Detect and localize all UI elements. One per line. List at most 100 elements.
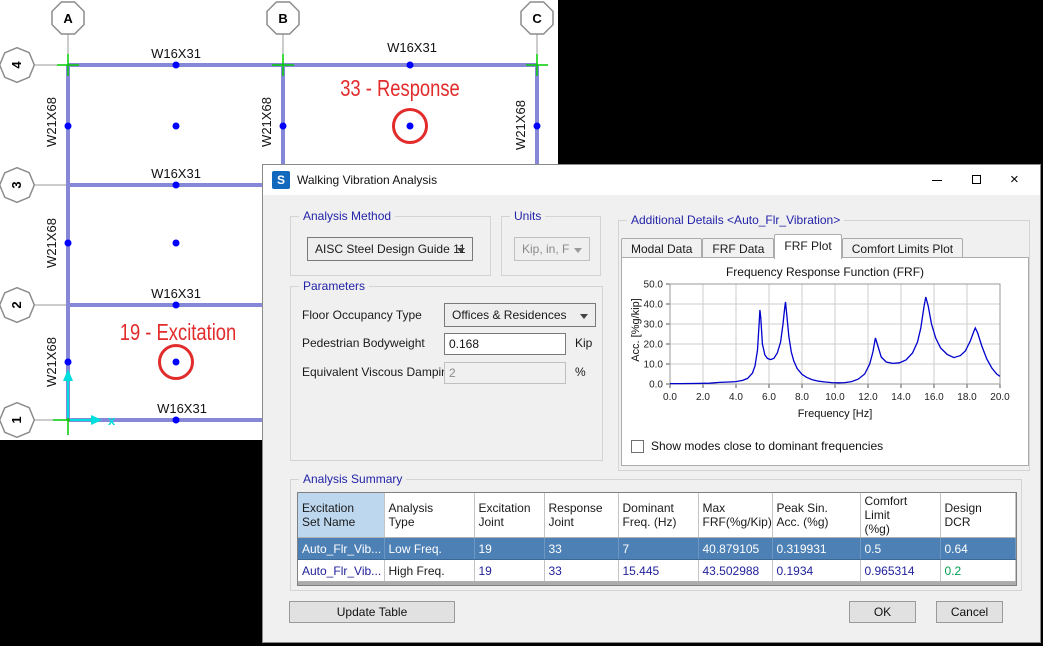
svg-text:B: B bbox=[278, 11, 287, 26]
summary-header-row: Excitation Set Name Analysis Type Excita… bbox=[298, 493, 1016, 538]
close-icon[interactable]: × bbox=[1000, 165, 1034, 195]
show-modes-checkbox[interactable] bbox=[631, 440, 644, 453]
svg-text:20.0: 20.0 bbox=[990, 392, 1010, 403]
beam-section-label: W16X31 bbox=[151, 46, 201, 61]
cell[interactable]: 0.965314 bbox=[860, 560, 940, 582]
analysis-method-select[interactable]: AISC Steel Design Guide 11 bbox=[307, 237, 473, 261]
col-design-dcr: Design DCR bbox=[940, 493, 1016, 538]
joint[interactable] bbox=[173, 302, 180, 309]
occupancy-type-select[interactable]: Offices & Residences bbox=[444, 303, 596, 327]
cell[interactable]: 43.502988 bbox=[698, 560, 772, 582]
svg-text:19 - Excitation: 19 - Excitation bbox=[120, 320, 237, 345]
analysis-summary-label: Analysis Summary bbox=[299, 472, 406, 486]
grid-bubble-C[interactable]: C bbox=[521, 2, 553, 34]
joint[interactable] bbox=[407, 62, 414, 69]
joint[interactable] bbox=[280, 123, 287, 130]
cell[interactable]: 19 bbox=[474, 560, 544, 582]
maximize-icon[interactable] bbox=[960, 165, 994, 195]
col-max-frf: Max FRF(%g/Kip) bbox=[698, 493, 772, 538]
units-select: Kip, in, F bbox=[514, 237, 590, 261]
joint[interactable] bbox=[407, 123, 414, 130]
joint[interactable] bbox=[173, 359, 180, 366]
cell[interactable]: 0.2 bbox=[940, 560, 1016, 582]
joint[interactable] bbox=[173, 123, 180, 130]
tab-frf-data[interactable]: FRF Data bbox=[702, 238, 774, 259]
joint[interactable] bbox=[534, 123, 541, 130]
joint[interactable] bbox=[173, 240, 180, 247]
parameters-group: Parameters Floor Occupancy Type Offices … bbox=[290, 286, 603, 461]
cell[interactable]: High Freq. bbox=[384, 560, 474, 582]
cell[interactable]: 0.319931 bbox=[772, 538, 860, 560]
grid-bubble-A[interactable]: A bbox=[52, 2, 84, 34]
excitation-joint-label: 19 - Excitation bbox=[120, 320, 237, 345]
svg-text:40.0: 40.0 bbox=[644, 300, 664, 311]
beam-section-label: W16X31 bbox=[151, 166, 201, 181]
cell[interactable]: 40.879105 bbox=[698, 538, 772, 560]
svg-text:18.0: 18.0 bbox=[957, 392, 977, 403]
grid-bubble-4[interactable]: 4 bbox=[0, 44, 38, 86]
minimize-icon[interactable] bbox=[920, 165, 954, 195]
cell[interactable]: 7 bbox=[618, 538, 698, 560]
cell[interactable]: 0.5 bbox=[860, 538, 940, 560]
joint[interactable] bbox=[173, 417, 180, 424]
table-row[interactable]: Auto_Flr_Vib... High Freq. 19 33 15.445 … bbox=[298, 560, 1016, 582]
joint[interactable] bbox=[173, 182, 180, 189]
summary-table: Excitation Set Name Analysis Type Excita… bbox=[298, 493, 1016, 582]
app-icon: S bbox=[272, 171, 290, 189]
ok-button[interactable]: OK bbox=[849, 601, 916, 623]
svg-text:16.0: 16.0 bbox=[924, 392, 944, 403]
grid-bubble-2[interactable]: 2 bbox=[0, 284, 38, 326]
grid-bubble-3[interactable]: 3 bbox=[0, 164, 38, 206]
axis-y-arrowhead-icon bbox=[63, 369, 73, 381]
svg-text:12.0: 12.0 bbox=[858, 392, 878, 403]
bodyweight-label: Pedestrian Bodyweight bbox=[302, 336, 425, 350]
cell[interactable]: Low Freq. bbox=[384, 538, 474, 560]
cell[interactable]: Auto_Flr_Vib... bbox=[298, 538, 384, 560]
frf-plot-tabpage: Frequency Response Function (FRF) Acc. [… bbox=[621, 257, 1029, 466]
additional-details-group: Additional Details <Auto_Flr_Vibration> … bbox=[618, 220, 1030, 471]
joint[interactable] bbox=[65, 123, 72, 130]
svg-text:14.0: 14.0 bbox=[891, 392, 911, 403]
table-row[interactable]: Auto_Flr_Vib... Low Freq. 19 33 7 40.879… bbox=[298, 538, 1016, 560]
cell[interactable]: 19 bbox=[474, 538, 544, 560]
col-excitation-set: Excitation Set Name bbox=[298, 493, 384, 538]
bodyweight-input[interactable] bbox=[444, 333, 566, 355]
cell[interactable]: 33 bbox=[544, 560, 618, 582]
dialog-titlebar[interactable]: S Walking Vibration Analysis × bbox=[263, 165, 1040, 195]
parameters-label: Parameters bbox=[299, 279, 369, 293]
walking-vibration-dialog: S Walking Vibration Analysis × Analysis … bbox=[262, 164, 1041, 643]
cancel-button[interactable]: Cancel bbox=[936, 601, 1003, 623]
chart-x-axis-label: Frequency [Hz] bbox=[670, 408, 1000, 420]
col-peak-sin-acc: Peak Sin. Acc. (%g) bbox=[772, 493, 860, 538]
grid-bubble-1[interactable]: 1 bbox=[0, 399, 38, 440]
svg-text:33 - Response: 33 - Response bbox=[340, 76, 460, 101]
tab-comfort-limits-plot[interactable]: Comfort Limits Plot bbox=[842, 238, 963, 259]
joint[interactable] bbox=[65, 240, 72, 247]
tab-frf-plot[interactable]: FRF Plot bbox=[774, 234, 841, 259]
axis-x-arrowhead-icon bbox=[91, 415, 102, 425]
girder-section-label: W21X68 bbox=[44, 337, 59, 387]
cell[interactable]: 15.445 bbox=[618, 560, 698, 582]
units-label: Units bbox=[510, 209, 545, 223]
svg-text:C: C bbox=[532, 11, 542, 26]
svg-text:10.0: 10.0 bbox=[644, 360, 664, 371]
analysis-method-label: Analysis Method bbox=[299, 209, 395, 223]
svg-text:A: A bbox=[63, 11, 73, 26]
joint[interactable] bbox=[173, 62, 180, 69]
svg-text:2.0: 2.0 bbox=[696, 392, 710, 403]
update-table-button[interactable]: Update Table bbox=[289, 601, 455, 623]
damping-unit: % bbox=[575, 365, 586, 379]
cell[interactable]: 0.64 bbox=[940, 538, 1016, 560]
joint[interactable] bbox=[65, 359, 72, 366]
girder-section-label: W21X68 bbox=[44, 218, 59, 268]
cell[interactable]: Auto_Flr_Vib... bbox=[298, 560, 384, 582]
chart-title: Frequency Response Function (FRF) bbox=[622, 265, 1028, 279]
bodyweight-unit: Kip bbox=[575, 336, 592, 350]
grid-bubble-B[interactable]: B bbox=[267, 2, 299, 34]
svg-text:0.0: 0.0 bbox=[649, 380, 663, 391]
analysis-summary-group: Analysis Summary Excitation Set Name Ana… bbox=[290, 479, 1022, 591]
beam-section-label: W16X31 bbox=[157, 401, 207, 416]
cell[interactable]: 33 bbox=[544, 538, 618, 560]
beam-section-label: W16X31 bbox=[387, 40, 437, 55]
cell[interactable]: 0.1934 bbox=[772, 560, 860, 582]
